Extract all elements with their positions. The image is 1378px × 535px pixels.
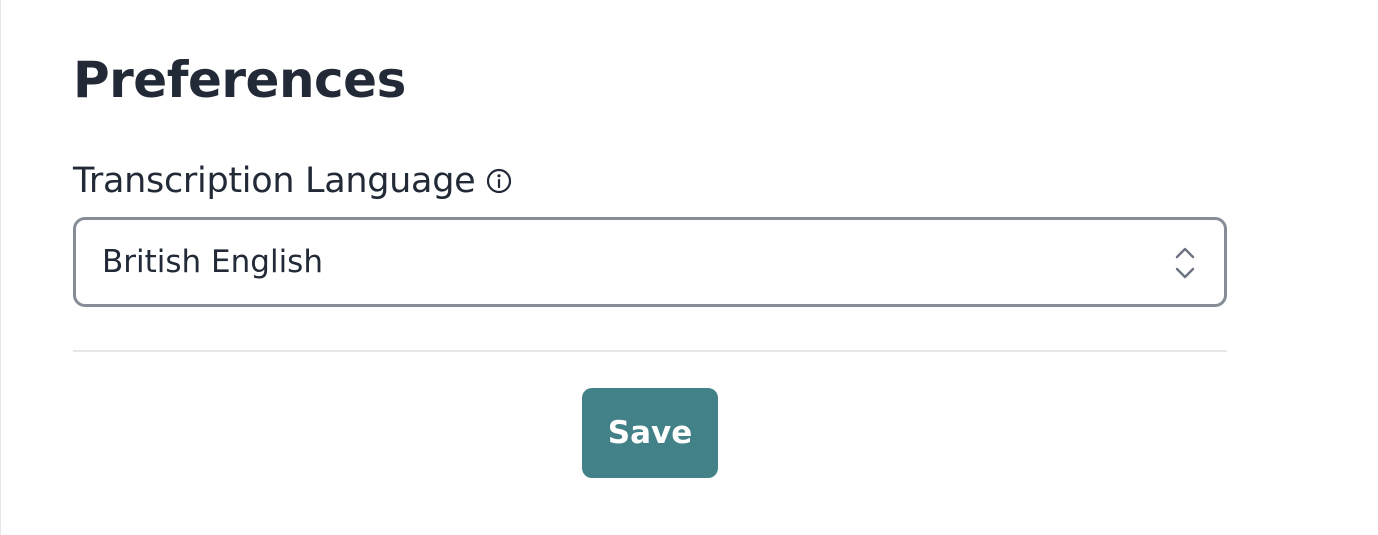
transcription-language-label-row: Transcription Language <box>73 160 513 202</box>
info-icon[interactable] <box>485 167 513 195</box>
save-button[interactable]: Save <box>582 388 718 478</box>
transcription-language-label: Transcription Language <box>73 161 476 201</box>
section-divider <box>73 350 1227 352</box>
page-title: Preferences <box>73 51 406 109</box>
up-down-chevron-icon <box>1174 244 1196 282</box>
transcription-language-select[interactable]: British English <box>73 217 1227 307</box>
selected-language-value: British English <box>102 244 323 280</box>
